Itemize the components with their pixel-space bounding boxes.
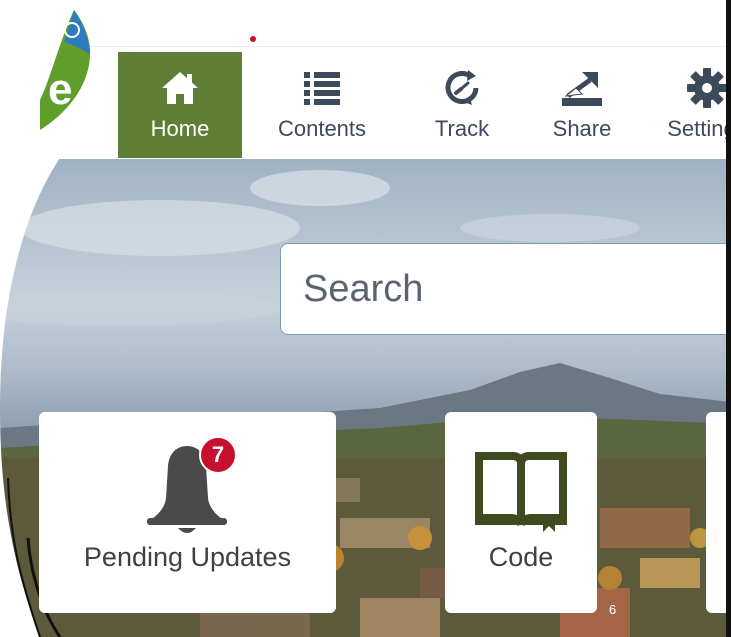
search-box [280, 243, 731, 335]
list-icon [300, 66, 344, 110]
slide-canvas: e Home Contents Track Share Settin Searc… [0, 0, 731, 637]
tile-code-label: Code [488, 542, 554, 572]
tile-code[interactable]: Code [445, 412, 597, 613]
tile-pending-updates-label: Pending Updates [83, 542, 292, 572]
nav-contents-label: Contents [277, 116, 367, 141]
nav-settings[interactable]: Settings [652, 52, 731, 158]
pending-updates-badge: 7 [199, 436, 237, 474]
share-icon [560, 66, 604, 110]
nav-contents[interactable]: Contents [262, 52, 382, 158]
nav-track[interactable]: Track [412, 52, 512, 158]
nav-settings-label: Settings [667, 116, 731, 141]
home-icon [158, 66, 202, 110]
nav-share[interactable]: Share [532, 52, 632, 158]
nav-share-label: Share [552, 116, 612, 141]
slide-page-number: 6 [609, 602, 617, 617]
nav-home-label: Home [150, 116, 210, 141]
nav-home[interactable]: Home [118, 52, 242, 158]
slide-edge [726, 0, 731, 637]
gear-icon [685, 66, 729, 110]
svg-text:e: e [48, 65, 72, 114]
search-input[interactable] [281, 244, 731, 334]
nav-track-label: Track [434, 116, 490, 141]
book-icon [475, 452, 567, 532]
track-icon [440, 66, 484, 110]
notification-dot [250, 36, 256, 42]
tile-pending-updates[interactable]: 7 Pending Updates [39, 412, 336, 613]
top-navbar: e Home Contents Track Share Settin [0, 0, 731, 159]
logo: e [0, 0, 91, 134]
